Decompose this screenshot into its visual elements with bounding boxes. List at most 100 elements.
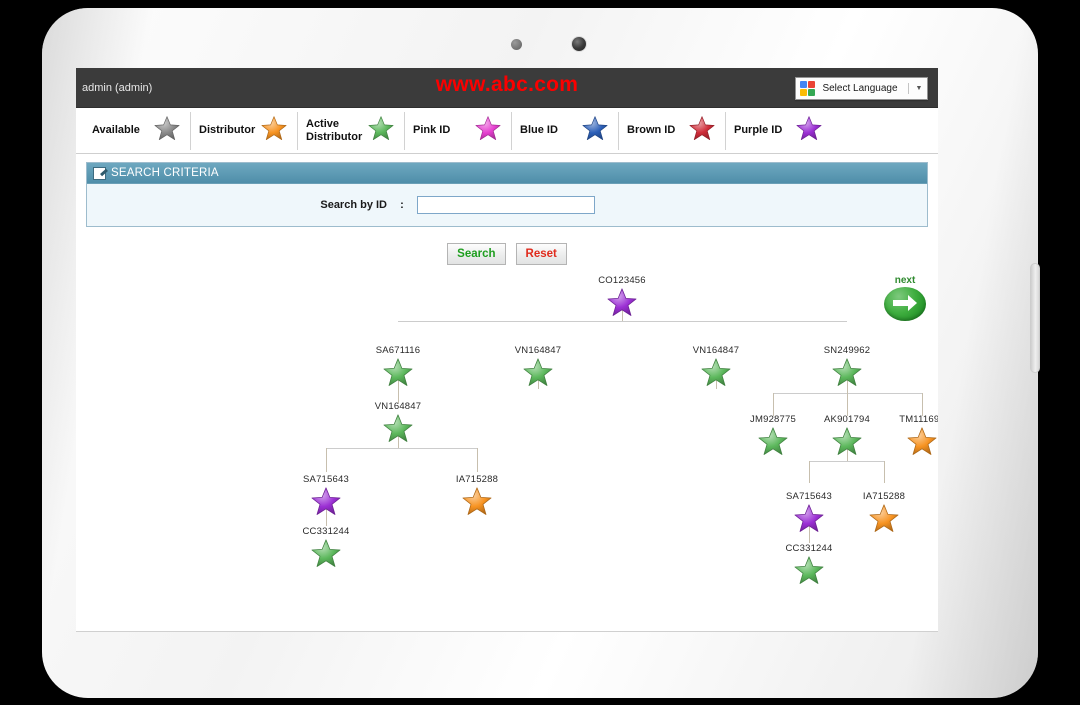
star-icon-green[interactable] — [671, 357, 761, 392]
star-shape — [523, 357, 553, 387]
tree-node[interactable]: VN164847 — [353, 401, 443, 448]
select-language-label: Select Language — [816, 83, 909, 94]
star-shape — [796, 115, 822, 141]
tree-connector-horizontal — [809, 461, 884, 462]
status-legend: Available Distributor Active Distributor Pi… — [76, 108, 938, 154]
star-icon-green[interactable] — [281, 538, 371, 573]
tree-node[interactable]: CO123456 — [577, 275, 667, 322]
legend-item-available: Available — [84, 112, 190, 150]
search-by-id-label: Search by ID — [87, 199, 387, 211]
search-criteria-panel: SEARCH CRITERIA Search by ID : — [86, 162, 928, 227]
site-header: admin (admin) www.abc.com Select Languag… — [76, 68, 938, 108]
tree-node[interactable]: TM111691 — [877, 414, 938, 461]
tree-node[interactable]: IA715288 — [839, 491, 929, 538]
legend-item-purple-id: Purple ID — [725, 112, 832, 150]
front-camera — [572, 37, 586, 51]
star-icon-blue — [582, 115, 608, 146]
star-icon-green[interactable] — [802, 357, 892, 392]
star-shape — [832, 426, 862, 456]
tree-node[interactable]: VN164847 — [493, 345, 583, 392]
tree-connector-vertical — [847, 393, 848, 416]
search-criteria-title: SEARCH CRITERIA — [111, 167, 219, 179]
search-criteria-body: Search by ID : — [87, 184, 927, 226]
tree-node[interactable]: VN164847 — [671, 345, 761, 392]
tree-connector-vertical — [809, 461, 810, 483]
star-shape — [794, 555, 824, 585]
star-icon-orange[interactable] — [839, 503, 929, 538]
star-shape — [607, 287, 637, 317]
tree-node-label: SA671116 — [353, 345, 443, 356]
star-icon-green[interactable] — [764, 555, 854, 590]
star-icon-orange[interactable] — [432, 486, 522, 521]
chevron-down-icon[interactable]: ▼ — [911, 85, 927, 92]
tree-node-label: CC331244 — [764, 543, 854, 554]
next-label: next — [878, 275, 932, 286]
tree-connector-vertical — [773, 393, 774, 416]
star-icon-gray — [154, 115, 180, 146]
star-icon-purple[interactable] — [281, 486, 371, 521]
browser-viewport: admin (admin) www.abc.com Select Languag… — [76, 68, 938, 632]
tree-node[interactable]: CC331244 — [764, 543, 854, 590]
content-bottom-divider — [76, 631, 938, 632]
tree-node[interactable]: SA671116 — [353, 345, 443, 392]
reset-button[interactable]: Reset — [516, 243, 567, 265]
search-actions: Search Reset — [76, 243, 938, 265]
star-icon-pink — [475, 115, 501, 146]
genealogy-tree: next CO123456 SA671116 VN164847 VN164847 SN2… — [76, 275, 938, 615]
star-shape — [383, 357, 413, 387]
star-icon-green[interactable] — [353, 357, 443, 392]
tree-node-label: IA715288 — [839, 491, 929, 502]
legend-item-label: Active Distributor — [306, 118, 364, 144]
legend-item-label: Blue ID — [520, 124, 578, 137]
tree-node-label: VN164847 — [671, 345, 761, 356]
google-translate-icon — [800, 81, 816, 96]
tree-node-label: SN249962 — [802, 345, 892, 356]
star-shape — [462, 486, 492, 516]
star-shape — [689, 115, 715, 141]
legend-item-label: Distributor — [199, 124, 257, 137]
star-shape — [311, 538, 341, 568]
edit-pencil-icon — [93, 167, 106, 180]
star-icon-green[interactable] — [353, 413, 443, 448]
legend-item-active-distributor: Active Distributor — [297, 112, 404, 150]
legend-item-distributor: Distributor — [190, 112, 297, 150]
arrow-right-icon — [884, 287, 926, 321]
star-icon-green[interactable] — [493, 357, 583, 392]
legend-item-blue-id: Blue ID — [511, 112, 618, 150]
legend-item-brown-id: Brown ID — [618, 112, 725, 150]
tree-node[interactable]: SN249962 — [802, 345, 892, 392]
next-page-button[interactable]: next — [878, 275, 932, 321]
search-criteria-header: SEARCH CRITERIA — [87, 163, 927, 184]
star-icon-purple[interactable] — [577, 287, 667, 322]
star-shape — [794, 503, 824, 533]
star-shape — [475, 115, 501, 141]
star-shape — [261, 115, 287, 141]
legend-item-pink-id: Pink ID — [404, 112, 511, 150]
tree-node-label: CO123456 — [577, 275, 667, 286]
star-shape — [701, 357, 731, 387]
google-translate-widget[interactable]: Select Language ▼ — [795, 77, 928, 100]
tree-node[interactable]: CC331244 — [281, 526, 371, 573]
tree-node-label: VN164847 — [353, 401, 443, 412]
legend-item-label: Available — [92, 124, 150, 137]
search-button[interactable]: Search — [447, 243, 505, 265]
tree-node-label: TM111691 — [877, 414, 938, 425]
tree-node[interactable]: SA715643 — [281, 474, 371, 521]
star-icon-orange[interactable] — [877, 426, 938, 461]
star-shape — [368, 115, 394, 141]
star-shape — [869, 503, 899, 533]
star-shape — [311, 486, 341, 516]
tree-connector-vertical — [477, 448, 478, 472]
star-icon-orange — [261, 115, 287, 146]
star-shape — [758, 426, 788, 456]
star-shape — [383, 413, 413, 443]
search-input[interactable] — [417, 196, 595, 214]
device-side-button-right[interactable] — [1030, 263, 1040, 373]
legend-item-label: Purple ID — [734, 124, 792, 137]
tree-connector-vertical — [922, 393, 923, 416]
tree-node[interactable]: IA715288 — [432, 474, 522, 521]
label-colon: : — [387, 199, 417, 211]
tree-connector-horizontal — [326, 448, 477, 449]
tree-connector-vertical — [326, 448, 327, 472]
tree-node-label: SA715643 — [281, 474, 371, 485]
